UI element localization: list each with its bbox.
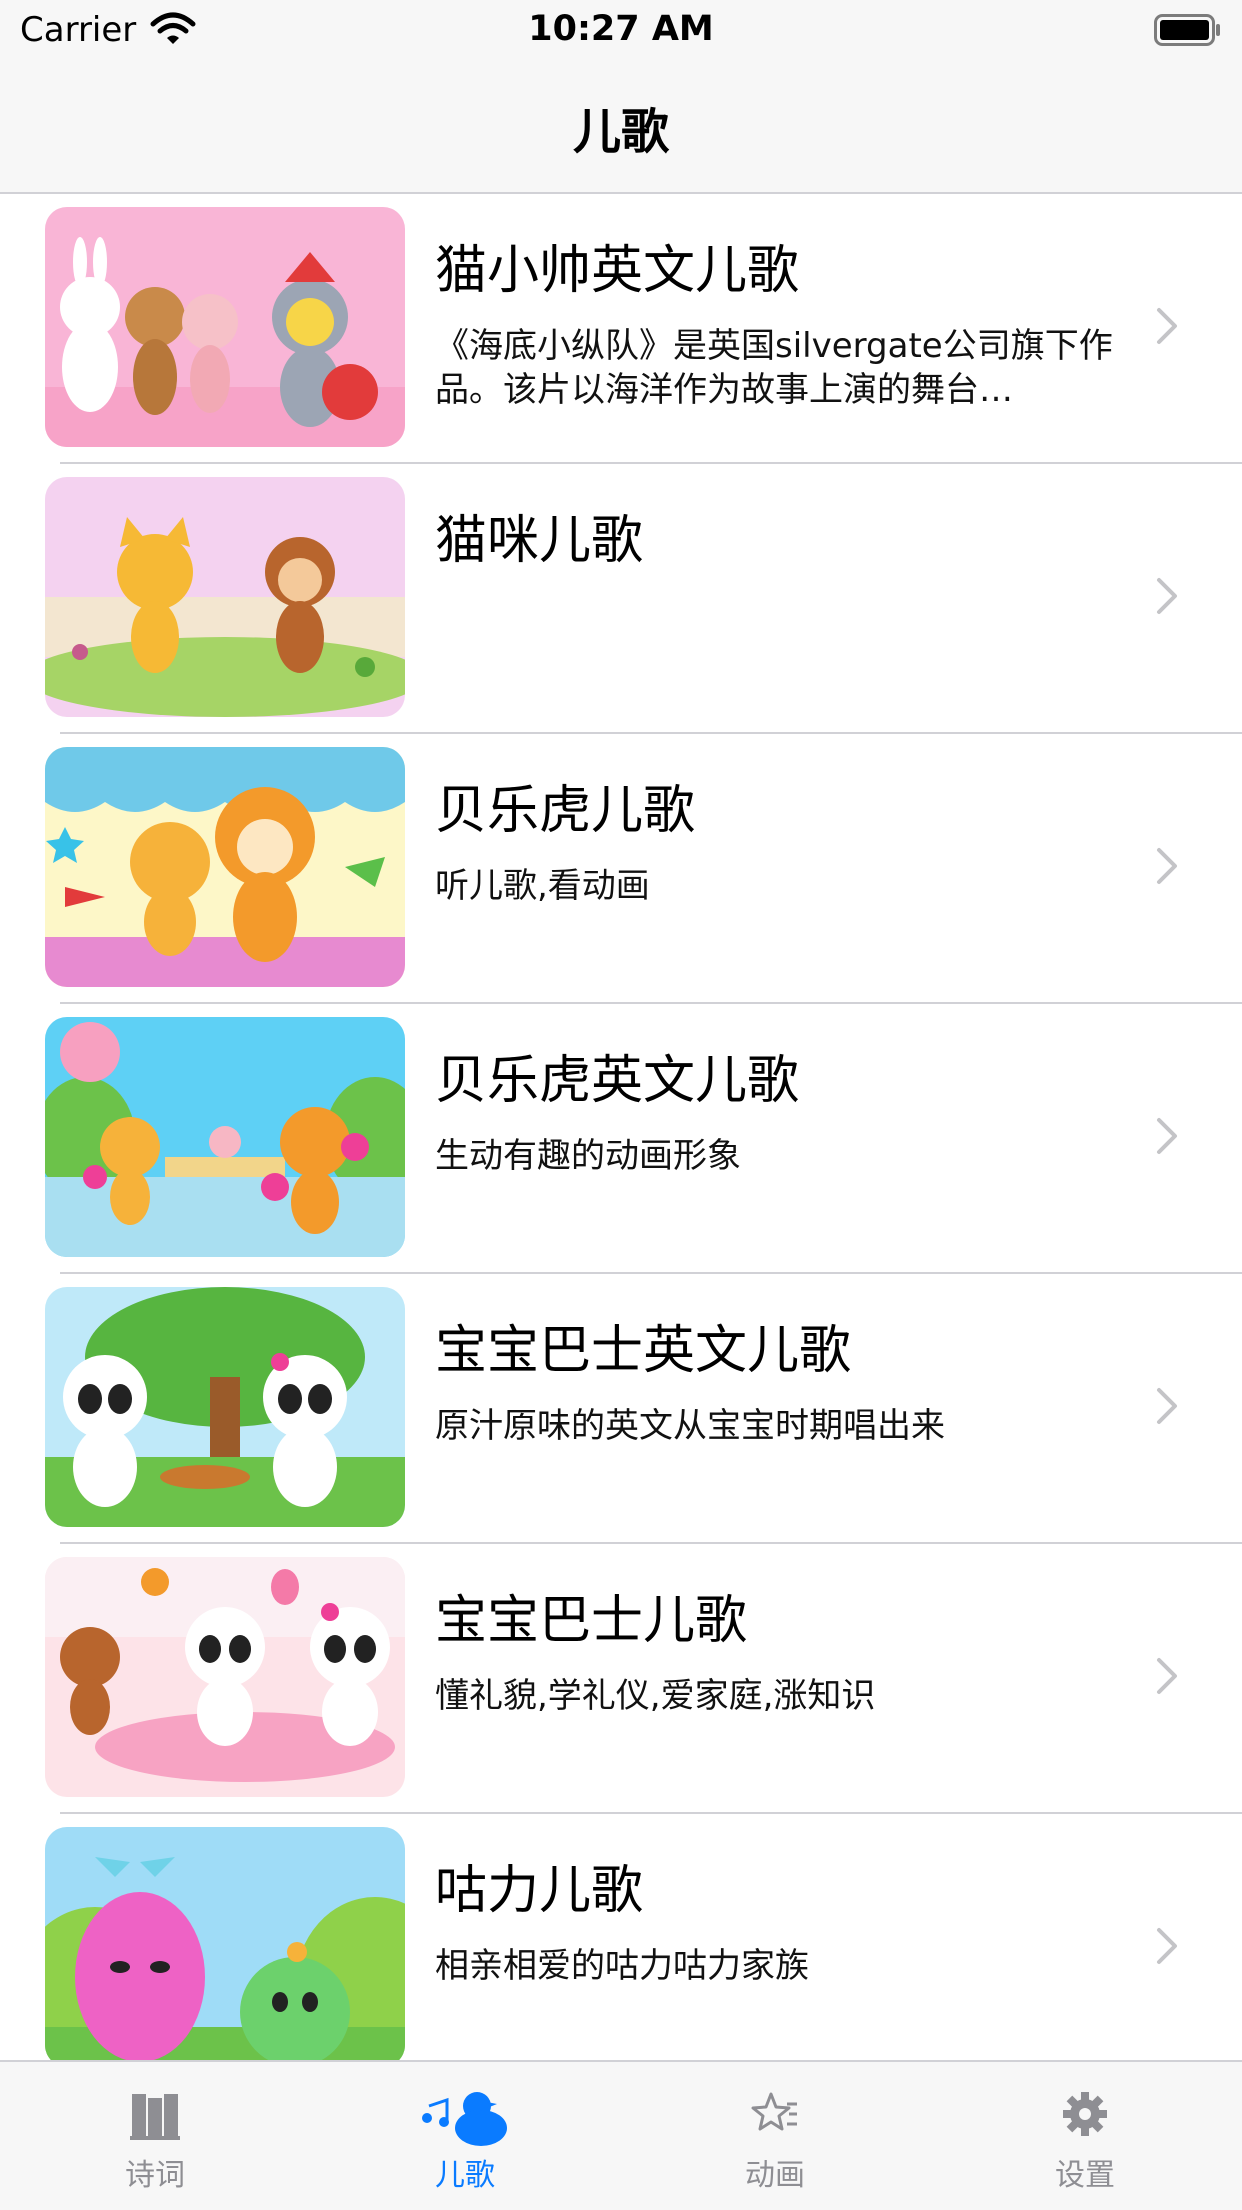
chevron-right-icon	[1157, 1388, 1177, 1424]
item-title: 咕力儿歌	[435, 1861, 644, 1921]
list-item[interactable]: 贝乐虎儿歌 听儿歌,看动画	[0, 734, 1242, 1004]
thumbnail-image	[45, 747, 405, 987]
music-duck-icon	[422, 2092, 507, 2146]
tab-label: 儿歌	[435, 2158, 495, 2193]
item-title: 宝宝巴士儿歌	[435, 1591, 748, 1651]
star-icon	[751, 2092, 797, 2131]
page-title: 儿歌	[572, 104, 669, 160]
list-item[interactable]: 宝宝巴士英文儿歌 原汁原味的英文从宝宝时期唱出来	[0, 1274, 1242, 1544]
tab-bar: 诗词 儿歌 动画 设置	[0, 2060, 1242, 2210]
thumbnail-image	[45, 1557, 405, 1797]
book-icon	[130, 2094, 180, 2140]
item-title: 猫小帅英文儿歌	[435, 241, 800, 301]
tab-label: 设置	[1055, 2158, 1115, 2193]
chevron-right-icon	[1157, 1658, 1177, 1694]
song-list: 猫小帅英文儿歌 《海底小纵队》是英国silvergate公司旗下作品。该片以海洋…	[0, 194, 1242, 2084]
list-item[interactable]: 猫咪儿歌	[0, 464, 1242, 734]
thumbnail-image	[45, 1287, 405, 1527]
item-subtitle: 懂礼貌,学礼仪,爱家庭,涨知识	[435, 1676, 876, 1716]
item-title: 猫咪儿歌	[435, 511, 644, 571]
list-item[interactable]: 宝宝巴士儿歌 懂礼貌,学礼仪,爱家庭,涨知识	[0, 1544, 1242, 1814]
battery-icon	[1154, 14, 1220, 46]
tab-poetry[interactable]: 诗词	[0, 2062, 310, 2210]
thumbnail-image	[45, 1827, 405, 2067]
chevron-right-icon	[1157, 1118, 1177, 1154]
item-title: 宝宝巴士英文儿歌	[435, 1321, 852, 1381]
item-subtitle: 生动有趣的动画形象	[435, 1136, 741, 1176]
gear-icon	[1063, 2092, 1107, 2136]
chevron-right-icon	[1157, 308, 1177, 344]
item-title: 贝乐虎英文儿歌	[435, 1051, 800, 1111]
list-item[interactable]: 猫小帅英文儿歌 《海底小纵队》是英国silvergate公司旗下作品。该片以海洋…	[0, 194, 1242, 464]
tab-animation[interactable]: 动画	[620, 2062, 930, 2210]
thumbnail-image	[45, 207, 405, 447]
thumbnail-image	[45, 477, 405, 717]
tab-nursery-rhymes[interactable]: 儿歌	[310, 2062, 620, 2210]
list-item[interactable]: 贝乐虎英文儿歌 生动有趣的动画形象	[0, 1004, 1242, 1274]
thumbnail-image	[45, 1017, 405, 1257]
chevron-right-icon	[1157, 1928, 1177, 1964]
navigation-bar: 儿歌	[0, 60, 1242, 194]
tab-label: 诗词	[125, 2158, 185, 2193]
list-item[interactable]: 咕力儿歌 相亲相爱的咕力咕力家族	[0, 1814, 1242, 2084]
item-subtitle: 相亲相爱的咕力咕力家族	[435, 1946, 809, 1986]
item-subtitle: 《海底小纵队》是英国silvergate公司旗下作品。该片以海洋作为故事上演的舞…	[435, 326, 1113, 410]
status-bar: Carrier 10:27 AM	[0, 0, 1242, 60]
tab-settings[interactable]: 设置	[930, 2062, 1240, 2210]
status-time: 10:27 AM	[528, 9, 714, 49]
tab-label: 动画	[745, 2158, 805, 2193]
chevron-right-icon	[1157, 848, 1177, 884]
item-subtitle: 听儿歌,看动画	[435, 866, 650, 906]
item-title: 贝乐虎儿歌	[435, 781, 696, 841]
chevron-right-icon	[1157, 578, 1177, 614]
item-subtitle: 原汁原味的英文从宝宝时期唱出来	[435, 1406, 945, 1446]
